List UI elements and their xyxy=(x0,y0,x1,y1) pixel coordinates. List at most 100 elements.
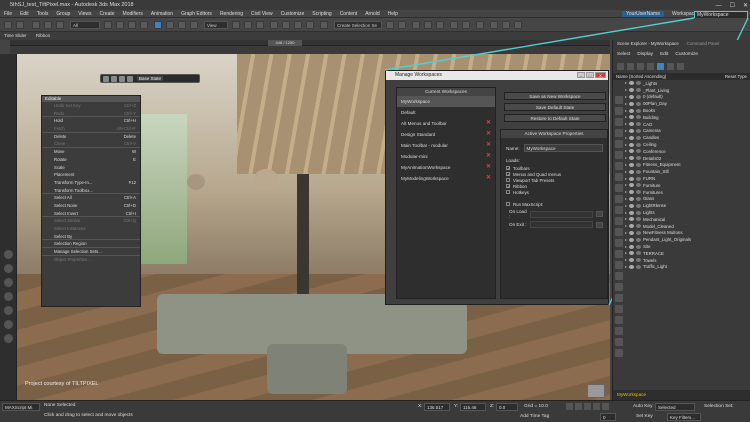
quad-menu-item-select-all[interactable]: Select All Ctrl+A xyxy=(42,194,140,202)
visibility-eye-icon[interactable] xyxy=(629,142,634,147)
goto-start-icon[interactable] xyxy=(566,403,573,410)
explorer-filter-icon[interactable] xyxy=(615,338,623,346)
scene-layer-row[interactable]: LightRlense xyxy=(623,202,750,209)
freeze-icon[interactable] xyxy=(636,196,641,201)
explorer-filter-icon[interactable] xyxy=(615,162,623,170)
layout-tab-icon[interactable] xyxy=(4,278,13,287)
freeze-icon[interactable] xyxy=(636,210,641,215)
layout-tab-icon[interactable] xyxy=(4,292,13,301)
set-key-button[interactable]: Set Key xyxy=(636,414,653,419)
scene-layer-row[interactable]: 0 (default) xyxy=(623,94,750,101)
menu-animation[interactable]: Animation xyxy=(147,10,177,18)
checkbox[interactable]: ✓ xyxy=(506,172,510,177)
freeze-icon[interactable] xyxy=(636,258,641,263)
visibility-eye-icon[interactable] xyxy=(629,162,634,167)
visibility-eye-icon[interactable] xyxy=(629,244,634,249)
freeze-icon[interactable] xyxy=(636,169,641,174)
menu-tools[interactable]: Tools xyxy=(33,10,53,18)
scene-layer-row[interactable]: Candles xyxy=(623,134,750,141)
quad-menu-item-move[interactable]: Move W xyxy=(42,148,140,156)
run-maxscript-checkbox[interactable] xyxy=(506,202,510,206)
expand-arrow-icon[interactable] xyxy=(625,116,627,119)
remove-workspace-icon[interactable]: ✕ xyxy=(486,131,491,137)
auto-key-button[interactable]: Auto Key xyxy=(633,404,652,409)
expand-arrow-icon[interactable] xyxy=(625,231,627,234)
viewport-camera-icon[interactable] xyxy=(111,75,117,82)
visibility-eye-icon[interactable] xyxy=(629,122,634,127)
expand-arrow-icon[interactable] xyxy=(625,143,627,146)
scene-layer-row[interactable]: Fountain_Stll xyxy=(623,168,750,175)
load-option-hotkeys[interactable]: Hotkeys xyxy=(501,189,607,195)
expand-arrow-icon[interactable] xyxy=(625,197,627,200)
explorer-filter-icon[interactable] xyxy=(615,107,623,115)
layout-tab-icon[interactable] xyxy=(4,250,13,259)
explorer-filter-icon[interactable] xyxy=(615,195,623,203)
menu-rendering[interactable]: Rendering xyxy=(216,10,247,18)
placement-icon[interactable] xyxy=(190,21,198,29)
visibility-eye-icon[interactable] xyxy=(629,156,634,161)
explorer-filter-icon[interactable] xyxy=(615,96,623,104)
explorer-filter-icon[interactable] xyxy=(615,283,623,291)
next-frame-icon[interactable] xyxy=(593,403,600,410)
freeze-icon[interactable] xyxy=(636,81,641,86)
bind-space-warp-icon[interactable] xyxy=(56,21,64,29)
visibility-eye-icon[interactable] xyxy=(629,203,634,208)
hierarchy-icon[interactable] xyxy=(657,63,664,70)
scene-layer-row[interactable]: Fitness_Equipment xyxy=(623,162,750,169)
remove-workspace-icon[interactable]: ✕ xyxy=(486,120,491,126)
dialog-minimize-button[interactable]: – xyxy=(577,72,585,78)
se-menu-customize[interactable]: Customize xyxy=(675,52,698,57)
visibility-eye-icon[interactable] xyxy=(629,88,634,93)
scene-layer-row[interactable]: Furnitures xyxy=(623,189,750,196)
percent-snap-icon[interactable] xyxy=(294,21,302,29)
freeze-icon[interactable] xyxy=(636,108,641,113)
undo-icon[interactable] xyxy=(4,21,12,29)
workspace-item-mymodelingworkspace[interactable]: MyModelingWorkspace ✕ xyxy=(397,173,495,184)
visibility-eye-icon[interactable] xyxy=(629,115,634,120)
scene-layer-row[interactable]: TERRACE xyxy=(623,250,750,257)
filter-icon[interactable] xyxy=(617,63,624,70)
explorer-filter-icon[interactable] xyxy=(615,217,623,225)
visibility-eye-icon[interactable] xyxy=(629,264,634,269)
ribbon-label[interactable]: Ribbon xyxy=(28,33,50,38)
quad-menu-item-hold[interactable]: Hold Ctrl+H xyxy=(42,117,140,125)
schematic-view-icon[interactable] xyxy=(462,21,470,29)
expand-arrow-icon[interactable] xyxy=(625,238,627,241)
on-load-input[interactable] xyxy=(530,210,593,218)
freeze-icon[interactable] xyxy=(636,135,641,140)
filter-icon[interactable] xyxy=(637,63,644,70)
select-and-rotate-icon[interactable] xyxy=(166,21,174,29)
freeze-icon[interactable] xyxy=(636,237,641,242)
scene-layer-row[interactable]: 00Plan_Day xyxy=(623,100,750,107)
keyboard-shortcut-override-icon[interactable] xyxy=(256,21,264,29)
quad-menu-item-selection-region[interactable]: Selection Region xyxy=(42,240,140,249)
visibility-eye-icon[interactable] xyxy=(629,108,634,113)
quad-menu-item-delete[interactable]: Delete Delete xyxy=(42,133,140,141)
quad-menu-item-select-by[interactable]: Select By xyxy=(42,233,140,241)
expand-arrow-icon[interactable] xyxy=(625,177,627,180)
on-load-browse-button[interactable] xyxy=(596,211,603,217)
align-icon[interactable] xyxy=(398,21,406,29)
scene-layer-row[interactable]: Site xyxy=(623,243,750,250)
visibility-eye-icon[interactable] xyxy=(629,224,634,229)
select-and-scale-icon[interactable] xyxy=(178,21,186,29)
reference-coordinate-dropdown[interactable]: View xyxy=(204,21,228,29)
quad-menu-item-transform-type-in[interactable]: Transform Type-In... F12 xyxy=(42,179,140,187)
pivot-center-icon[interactable] xyxy=(232,21,240,29)
visibility-eye-icon[interactable] xyxy=(629,135,634,140)
viewport-shading-icon[interactable] xyxy=(119,75,125,82)
menu-group[interactable]: Group xyxy=(52,10,74,18)
dialog-close-button[interactable]: ✕ xyxy=(595,72,606,78)
scene-layer-row[interactable]: Building xyxy=(623,114,750,121)
freeze-icon[interactable] xyxy=(636,224,641,229)
freeze-icon[interactable] xyxy=(636,251,641,256)
explorer-filter-icon[interactable] xyxy=(615,228,623,236)
scene-layer-row[interactable]: Glass xyxy=(623,196,750,203)
workspace-item-main-toolbar-modular[interactable]: Main Toolbar - modular ✕ xyxy=(397,140,495,151)
window-crossing-icon[interactable] xyxy=(140,21,148,29)
freeze-icon[interactable] xyxy=(636,183,641,188)
freeze-icon[interactable] xyxy=(636,244,641,249)
freeze-icon[interactable] xyxy=(636,115,641,120)
remove-workspace-icon[interactable]: ✕ xyxy=(486,175,491,181)
menu-arnold[interactable]: Arnold xyxy=(361,10,383,18)
